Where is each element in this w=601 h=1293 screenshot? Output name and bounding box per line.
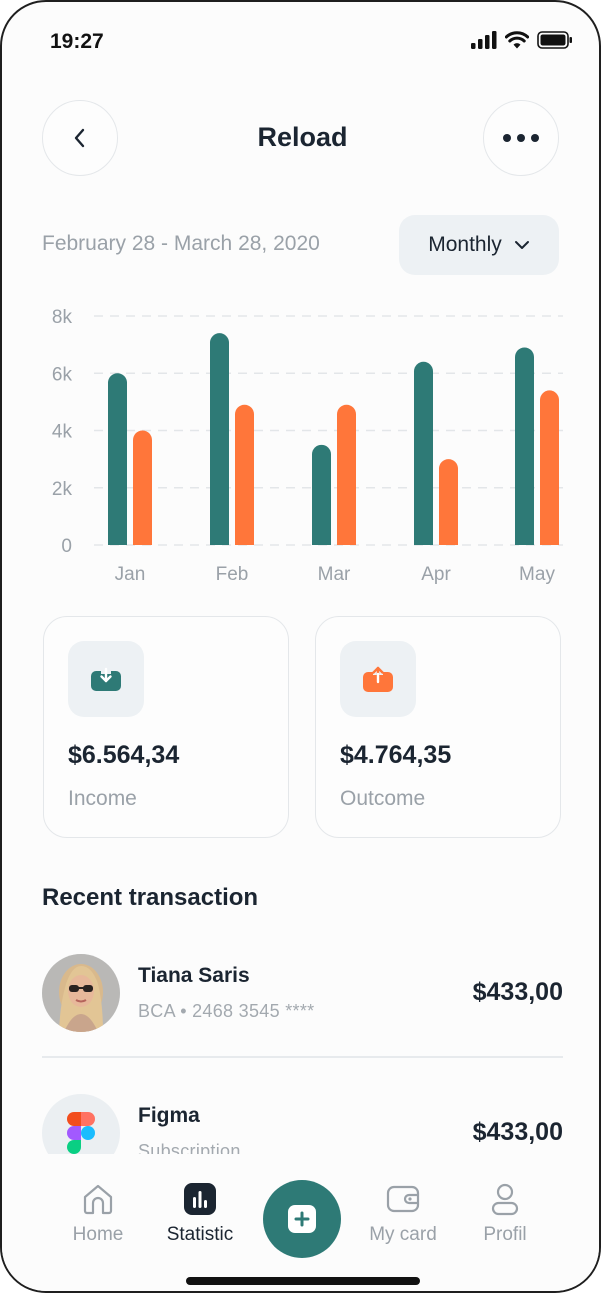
y-tick-label: 2k	[52, 479, 73, 500]
chart-bar	[210, 333, 229, 545]
nav-my-card-label: My card	[369, 1224, 437, 1245]
period-dropdown-label: Monthly	[428, 233, 502, 256]
download-tray-icon	[91, 666, 121, 691]
transaction-amount: $433,00	[472, 978, 563, 1006]
chevron-down-icon	[514, 241, 529, 249]
status-icons	[471, 31, 573, 49]
transaction-name: Figma	[138, 1104, 200, 1127]
home-indicator	[186, 1277, 420, 1285]
transaction-row[interactable]: Tiana Saris BCA • 2468 3545 **** $433,00	[42, 954, 563, 1034]
outcome-icon-box	[340, 641, 416, 717]
upload-tray-icon	[363, 664, 393, 692]
chart-bar	[108, 373, 127, 545]
more-horizontal-icon	[503, 134, 539, 142]
add-button[interactable]	[263, 1180, 341, 1258]
status-time: 19:27	[50, 30, 104, 53]
divider	[42, 1056, 563, 1058]
user-icon	[491, 1183, 519, 1216]
bar-chart-icon	[184, 1183, 216, 1215]
y-tick-label: 4k	[52, 422, 73, 443]
recent-transaction-title: Recent transaction	[42, 884, 259, 911]
phone-screen: 19:27 Reload February 28 - March 28, 202…	[0, 0, 601, 1293]
nav-home-label: Home	[72, 1224, 124, 1245]
nav-home[interactable]: Home	[48, 1182, 148, 1246]
x-tick-label: Feb	[216, 564, 249, 585]
x-tick-label: Mar	[318, 564, 351, 585]
transaction-amount: $433,00	[472, 1118, 563, 1146]
plus-icon	[288, 1205, 316, 1233]
y-tick-label: 8k	[52, 307, 73, 328]
bar-chart: 0 2k 4k 6k 8k Jan Feb Mar Apr May	[52, 307, 563, 585]
chart-bar	[235, 404, 254, 545]
wallet-icon	[386, 1185, 420, 1213]
date-range: February 28 - March 28, 2020	[42, 232, 320, 255]
avatar	[42, 954, 120, 1032]
person-photo-avatar	[42, 954, 120, 1032]
income-icon-box	[68, 641, 144, 717]
x-tick-label: May	[519, 564, 555, 585]
battery-icon	[537, 31, 572, 49]
period-dropdown[interactable]: Monthly	[399, 215, 559, 275]
chart-bar	[414, 361, 433, 545]
figma-icon	[67, 1112, 95, 1154]
outcome-label: Outcome	[340, 787, 426, 810]
y-tick-label: 6k	[52, 364, 73, 385]
chart-bar	[312, 444, 331, 545]
wifi-icon	[505, 31, 529, 49]
nav-profile-label: Profil	[483, 1224, 527, 1245]
chart-bar	[515, 347, 534, 545]
income-amount: $6.564,34	[68, 741, 180, 769]
signal-icon	[471, 31, 497, 49]
nav-statistic-label: Statistic	[166, 1224, 234, 1245]
chart-bar	[439, 459, 458, 545]
nav-statistic[interactable]: Statistic	[150, 1182, 250, 1246]
home-icon	[83, 1184, 113, 1215]
nav-profile[interactable]: Profil	[455, 1182, 555, 1246]
y-tick-label: 0	[61, 536, 72, 557]
chart-bar	[133, 430, 152, 545]
more-options-button[interactable]	[483, 100, 559, 176]
transaction-subtitle: BCA • 2468 3545 ****	[138, 1001, 315, 1021]
outcome-amount: $4.764,35	[340, 741, 452, 769]
chart-bar	[337, 404, 356, 545]
outcome-card[interactable]: $4.764,35 Outcome	[315, 616, 561, 838]
x-tick-label: Apr	[421, 564, 451, 585]
nav-my-card[interactable]: My card	[353, 1182, 453, 1246]
x-tick-label: Jan	[115, 564, 146, 585]
transaction-name: Tiana Saris	[138, 964, 250, 987]
income-card[interactable]: $6.564,34 Income	[43, 616, 289, 838]
income-label: Income	[68, 787, 137, 810]
chart-bar	[540, 390, 559, 545]
